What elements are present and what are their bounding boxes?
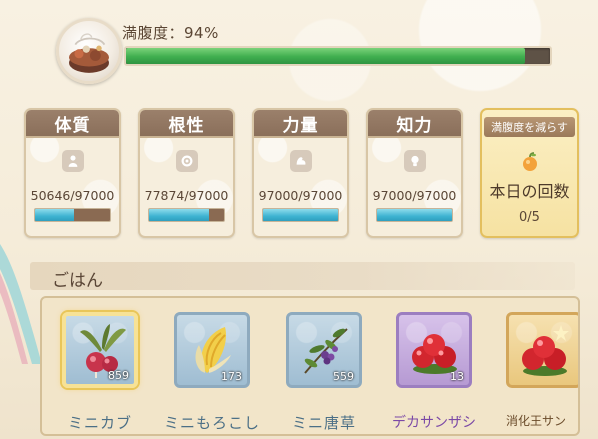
stat-value: 50646/97000 — [30, 188, 115, 203]
stat-progress-fill — [377, 209, 452, 221]
food-name: ミニもろこし — [164, 414, 261, 432]
food-tile[interactable]: 173 — [174, 312, 250, 388]
food-tile[interactable]: 859 — [62, 312, 138, 388]
stat-progress-fill — [35, 209, 75, 221]
stat-name: 力量 — [254, 110, 347, 138]
stat-progress-bar — [262, 208, 339, 222]
stat-value: 97000/97000 — [258, 188, 343, 203]
gear-icon — [175, 150, 198, 172]
food-tile[interactable] — [506, 312, 578, 388]
food-tile[interactable]: 559 — [286, 312, 362, 388]
food-section-header — [30, 262, 575, 290]
food-name: 消化王サン — [506, 414, 567, 428]
reduce-satiety-count: 0/5 — [519, 210, 540, 225]
stat-name: 体質 — [26, 110, 119, 138]
food-quantity: 559 — [333, 370, 354, 383]
stat-progress-fill — [263, 209, 338, 221]
bulb-icon — [403, 150, 426, 172]
stat-value: 97000/97000 — [372, 188, 457, 203]
satiety-progress-fill — [126, 48, 525, 64]
stat-card-konjou[interactable]: 根性 77874/97000 — [138, 108, 235, 238]
reduce-satiety-header: 満腹度を減らす — [484, 117, 575, 137]
reduce-satiety-title: 本日の回数 — [489, 182, 570, 201]
stat-progress-bar — [376, 208, 453, 222]
reduce-satiety-card[interactable]: 満腹度を減らす 本日の回数 0/5 — [480, 108, 579, 238]
cooking-pot-icon — [56, 18, 122, 84]
food-list-panel: 859 ミニカブ 173 ミニもろこし 559 ミニ唐草 13 デカサンザシ 消… — [40, 296, 580, 436]
stat-progress-fill — [149, 209, 210, 221]
stat-progress-bar — [148, 208, 225, 222]
stat-value: 77874/97000 — [144, 188, 229, 203]
stat-name: 根性 — [140, 110, 233, 138]
stat-card-taishitsu[interactable]: 体質 50646/97000 — [24, 108, 121, 238]
food-item-mini-karakusa[interactable]: 559 ミニ唐草 — [286, 312, 362, 432]
food-item-shouka-ou-san[interactable]: 消化王サン — [506, 312, 578, 428]
food-tile[interactable]: 13 — [396, 312, 472, 388]
food-name: ミニ唐草 — [291, 414, 356, 432]
food-section-title: ごはん — [52, 271, 103, 291]
food-name: ミニカブ — [67, 414, 132, 432]
food-quantity: 173 — [221, 370, 242, 383]
stat-card-rikiryou[interactable]: 力量 97000/97000 — [252, 108, 349, 238]
food-item-mini-morokoshi[interactable]: 173 ミニもろこし — [164, 312, 259, 432]
satiety-label: 満腹度：94% — [122, 24, 219, 42]
food-item-mini-kabu[interactable]: 859 ミニカブ — [62, 312, 138, 432]
satiety-progress-bar — [124, 46, 552, 66]
food-quantity: 13 — [450, 370, 464, 383]
food-name: デカサンザシ — [392, 415, 476, 431]
stat-card-chiryoku[interactable]: 知力 97000/97000 — [366, 108, 463, 238]
food-item-deka-sanzashi[interactable]: 13 デカサンザシ — [392, 312, 476, 431]
stat-name: 知力 — [368, 110, 461, 138]
arm-icon — [289, 150, 312, 172]
food-quantity: 859 — [108, 369, 129, 382]
hawthorn-icon — [522, 325, 569, 376]
apple-icon — [522, 152, 537, 171]
stat-progress-bar — [34, 208, 111, 222]
body-icon — [61, 150, 84, 172]
